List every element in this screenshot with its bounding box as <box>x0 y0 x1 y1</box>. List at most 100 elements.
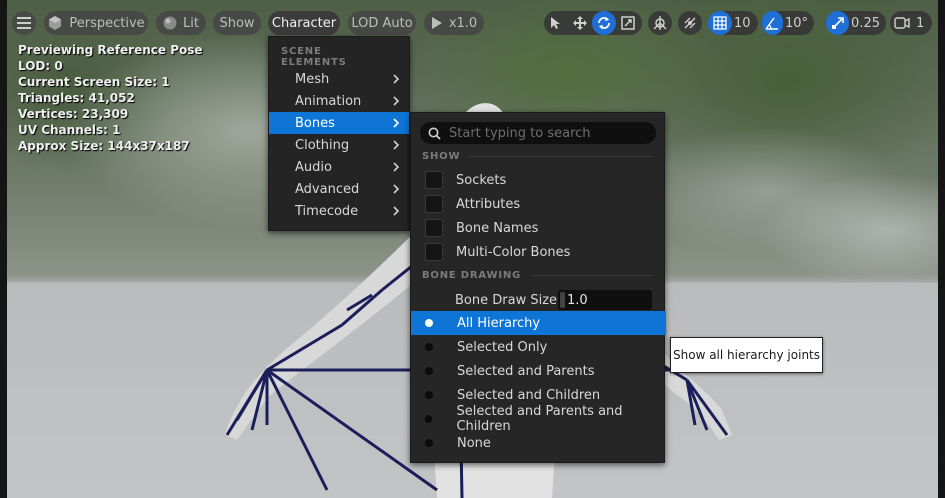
radio-all-hierarchy[interactable]: All Hierarchy <box>411 311 666 335</box>
angle-icon <box>765 17 779 30</box>
checkbox-sockets[interactable]: Sockets <box>411 168 666 192</box>
search-input[interactable] <box>449 125 649 141</box>
checkbox-box[interactable] <box>425 219 443 237</box>
section-label: BONE DRAWING <box>422 269 522 281</box>
select-tool-button[interactable] <box>544 11 568 35</box>
chevron-right-icon <box>393 162 400 172</box>
rotation-snap-group: 10° <box>762 11 814 35</box>
chevron-right-icon <box>393 74 400 84</box>
lighting-button[interactable]: Lit <box>156 11 206 35</box>
drag-handle[interactable] <box>560 292 565 308</box>
world-local-button[interactable] <box>648 11 672 35</box>
menu-item-clothing[interactable]: Clothing <box>269 134 409 156</box>
radio-label: All Hierarchy <box>457 315 541 331</box>
view-mode-label: Perspective <box>69 15 145 31</box>
radio-dot <box>425 391 433 399</box>
checkbox-label: Bone Names <box>456 220 539 236</box>
world-axis-icon <box>653 16 667 30</box>
grid-snap-toggle[interactable] <box>708 11 732 35</box>
menu-item-label: Advanced <box>295 181 360 197</box>
radio-none[interactable]: None <box>411 431 666 455</box>
camera-count-value: 1 <box>916 15 925 31</box>
grid-snap-value[interactable]: 10 <box>732 16 757 31</box>
menu-item-bones[interactable]: Bones <box>269 112 409 134</box>
checkbox-box[interactable] <box>425 171 443 189</box>
chevron-right-icon <box>393 118 400 128</box>
translate-tool-button[interactable] <box>568 11 592 35</box>
checkbox-label: Attributes <box>456 196 521 212</box>
menu-item-animation[interactable]: Animation <box>269 90 409 112</box>
viewport-stats: Previewing Reference Pose LOD: 0 Current… <box>18 42 203 154</box>
menu-item-timecode[interactable]: Timecode <box>269 200 409 222</box>
stats-line: UV Channels: 1 <box>18 123 121 137</box>
view-mode-button[interactable]: Perspective <box>44 11 148 35</box>
bone-draw-size-value: 1.0 <box>567 292 588 308</box>
section-label: SHOW <box>422 150 461 162</box>
lighting-label: Lit <box>183 15 199 31</box>
menu-item-label: Clothing <box>295 137 350 153</box>
radio-label: Selected and Parents <box>457 363 595 379</box>
scale-snap-toggle[interactable] <box>826 11 850 35</box>
checkbox-label: Multi-Color Bones <box>456 244 571 260</box>
menu-item-advanced[interactable]: Advanced <box>269 178 409 200</box>
section-label: SCENE ELEMENTS <box>281 46 347 68</box>
show-button[interactable]: Show <box>213 11 261 35</box>
hamburger-icon <box>17 17 31 29</box>
lod-button[interactable]: LOD Auto <box>348 11 416 35</box>
move-arrows-icon <box>573 16 587 30</box>
camera-button[interactable] <box>890 11 914 35</box>
radio-label: None <box>457 435 491 451</box>
checkbox-box[interactable] <box>425 243 443 261</box>
section-divider <box>531 274 654 276</box>
radio-selected-only[interactable]: Selected Only <box>411 335 666 359</box>
scene-elements-section: SCENE ELEMENTS <box>269 46 409 68</box>
radio-dot <box>425 343 433 351</box>
lod-label: LOD Auto <box>351 15 413 31</box>
show-section: SHOW <box>411 147 666 165</box>
grid-icon <box>713 16 727 30</box>
rotate-icon <box>598 17 610 29</box>
menu-item-mesh[interactable]: Mesh <box>269 68 409 90</box>
chevron-right-icon <box>393 96 400 106</box>
rotation-snap-value[interactable]: 10° <box>783 16 814 31</box>
surface-snap-button[interactable] <box>678 11 702 35</box>
radio-dot <box>425 319 433 327</box>
menu-item-label: Timecode <box>295 203 359 219</box>
checkbox-box[interactable] <box>425 195 443 213</box>
checkbox-label: Sockets <box>456 172 507 188</box>
search-box[interactable] <box>420 122 656 144</box>
cursor-icon <box>551 17 560 29</box>
surface-snap-icon <box>684 17 696 29</box>
hamburger-menu-button[interactable] <box>12 11 36 35</box>
character-button[interactable]: Character <box>268 11 340 35</box>
section-divider <box>470 155 654 157</box>
play-speed-label: x1.0 <box>448 15 478 31</box>
bone-draw-size-input[interactable]: 1.0 <box>558 290 652 310</box>
radio-label: Selected Only <box>457 339 548 355</box>
checkbox-attributes[interactable]: Attributes <box>411 192 666 216</box>
chevron-right-icon <box>393 184 400 194</box>
scale-snap-value[interactable]: 0.25 <box>849 16 886 31</box>
radio-dot <box>425 439 433 447</box>
camera-speed-group[interactable]: 1 <box>890 11 932 35</box>
transform-tools-group <box>544 11 642 35</box>
checkbox-multi-color-bones[interactable]: Multi-Color Bones <box>411 240 666 264</box>
radio-selected-parents-children[interactable]: Selected and Parents and Children <box>411 404 666 434</box>
rotate-tool-button[interactable] <box>592 11 616 35</box>
bone-drawing-section: BONE DRAWING <box>411 266 666 284</box>
rotation-snap-toggle[interactable] <box>762 11 783 35</box>
play-speed-button[interactable]: x1.0 <box>424 11 484 35</box>
search-icon <box>428 127 441 140</box>
radio-label: Selected and Children <box>457 387 601 403</box>
tooltip: Show all hierarchy joints <box>670 337 823 373</box>
viewport-toolbar: Perspective Lit Show Character LOD Auto … <box>0 0 945 46</box>
chevron-right-icon <box>393 206 400 216</box>
menu-item-audio[interactable]: Audio <box>269 156 409 178</box>
checkbox-bone-names[interactable]: Bone Names <box>411 216 666 240</box>
radio-label: Selected and Parents and Children <box>456 404 623 434</box>
radio-selected-and-parents[interactable]: Selected and Parents <box>411 359 666 383</box>
stats-line: Approx Size: 144x37x187 <box>18 139 190 153</box>
scale-tool-button[interactable] <box>616 11 640 35</box>
scale-icon <box>621 16 635 30</box>
show-label: Show <box>219 15 255 31</box>
